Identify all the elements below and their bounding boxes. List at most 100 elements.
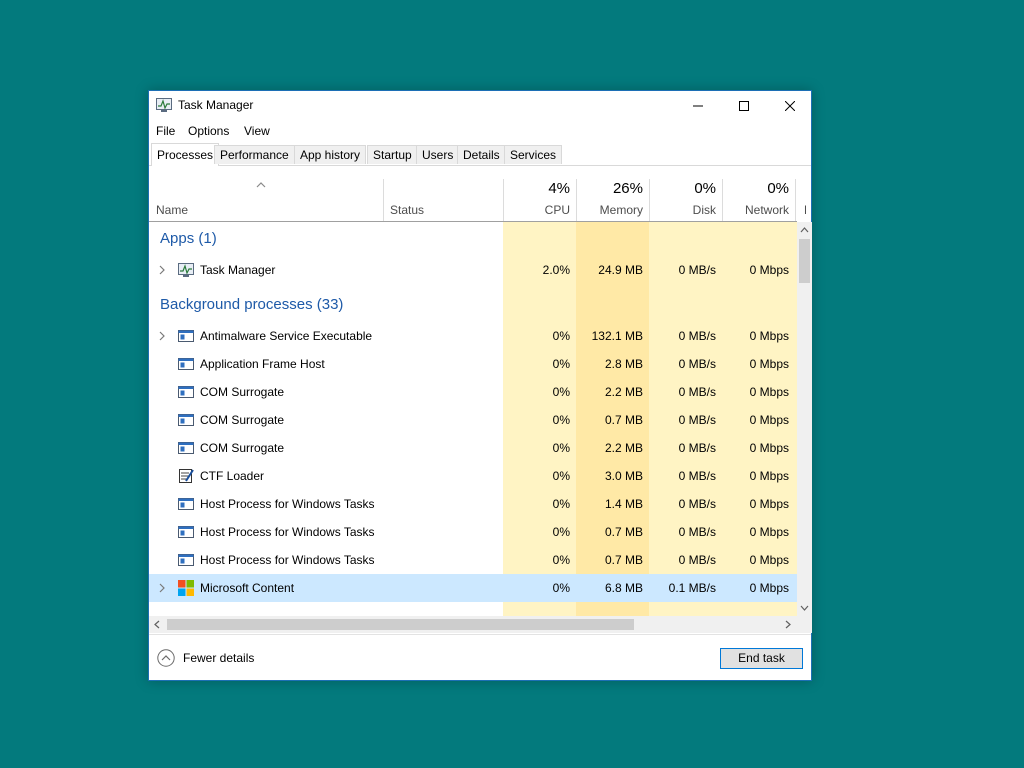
process-row[interactable]: Host Process for Windows Tasks 0% 0.7 MB 0 … bbox=[149, 546, 797, 574]
column-status-label: Status bbox=[390, 203, 425, 217]
tab-processes[interactable]: Processes bbox=[151, 143, 220, 166]
network-total: 0% bbox=[767, 180, 789, 197]
column-disk[interactable]: 0% Disk bbox=[650, 179, 722, 221]
process-row[interactable]: COM Surrogate 0% 2.2 MB 0 MB/s 0 Mbps bbox=[149, 434, 797, 462]
app-window-icon bbox=[178, 554, 194, 566]
expand-chevron-icon[interactable] bbox=[158, 264, 166, 276]
process-name: Host Process for Windows Tasks bbox=[200, 497, 375, 511]
process-row[interactable]: COM Surrogate 0% 2.2 MB 0 MB/s 0 Mbps bbox=[149, 378, 797, 406]
process-disk: 0 MB/s bbox=[678, 385, 716, 399]
close-icon bbox=[785, 101, 795, 111]
scroll-right-icon[interactable] bbox=[785, 620, 791, 629]
process-row[interactable]: Microsoft Content 0% 6.8 MB 0.1 MB/s 0 Mbps bbox=[149, 574, 797, 602]
column-power[interactable]: P bbox=[796, 179, 806, 221]
vertical-scroll-thumb[interactable] bbox=[799, 239, 810, 283]
column-memory[interactable]: 26% Memory bbox=[577, 179, 649, 221]
app-window-icon bbox=[178, 330, 194, 342]
process-memory: 2.2 MB bbox=[604, 385, 643, 399]
process-row[interactable]: Host Process for Windows Tasks 0% 0.7 MB 0 … bbox=[149, 518, 797, 546]
process-name: COM Surrogate bbox=[200, 413, 285, 427]
maximize-button[interactable] bbox=[721, 91, 767, 121]
vertical-scrollbar[interactable] bbox=[797, 222, 812, 616]
process-memory: 3.0 MB bbox=[604, 469, 643, 483]
column-network[interactable]: 0% Network bbox=[723, 179, 795, 221]
process-row[interactable]: Host Process for Windows Tasks 0% 1.4 MB 0 … bbox=[149, 490, 797, 518]
scrollbar-corner bbox=[797, 616, 812, 633]
process-disk: 0 MB/s bbox=[678, 329, 716, 343]
process-memory: 24.9 MB bbox=[598, 263, 643, 277]
process-row[interactable]: CTF Loader 0% 3.0 MB 0 MB/s 0 Mbps bbox=[149, 462, 797, 490]
menu-options[interactable]: Options bbox=[188, 124, 229, 138]
process-network: 0 Mbps bbox=[749, 329, 789, 343]
process-row[interactable]: Task Manager 2.0% 24.9 MB 0 MB/s 0 Mbps bbox=[149, 256, 797, 284]
process-network: 0 Mbps bbox=[749, 497, 789, 511]
process-network: 0 Mbps bbox=[749, 441, 789, 455]
column-cpu-label: CPU bbox=[544, 203, 570, 217]
process-cpu: 0% bbox=[552, 357, 570, 371]
app-window-icon bbox=[178, 386, 194, 398]
horizontal-scrollbar[interactable] bbox=[149, 616, 797, 633]
scroll-up-icon[interactable] bbox=[800, 227, 809, 233]
process-name: CTF Loader bbox=[200, 469, 265, 483]
process-memory: 2.8 MB bbox=[604, 357, 643, 371]
expand-chevron-icon[interactable] bbox=[158, 582, 166, 594]
process-row[interactable]: COM Surrogate 0% 0.7 MB 0 MB/s 0 Mbps bbox=[149, 406, 797, 434]
process-name: COM Surrogate bbox=[200, 385, 285, 399]
title-bar[interactable]: Task Manager bbox=[149, 91, 811, 121]
horizontal-scroll-thumb[interactable] bbox=[167, 619, 634, 630]
menu-file[interactable]: File bbox=[156, 124, 175, 138]
close-button[interactable] bbox=[767, 91, 813, 121]
process-network: 0 Mbps bbox=[749, 553, 789, 567]
process-memory: 6.8 MB bbox=[604, 581, 643, 595]
process-cpu: 0% bbox=[552, 525, 570, 539]
process-disk: 0 MB/s bbox=[678, 441, 716, 455]
process-list: Apps (1) Task Manager 2.0% 24.9 MB 0 MB/s 0 M… bbox=[149, 222, 797, 616]
process-cpu: 0% bbox=[552, 441, 570, 455]
tab-services[interactable]: Services bbox=[504, 145, 563, 164]
tab-performance[interactable]: Performance bbox=[214, 145, 295, 164]
tab-users[interactable]: Users bbox=[416, 145, 460, 164]
process-cpu: 0% bbox=[552, 497, 570, 511]
minimize-icon bbox=[693, 105, 703, 107]
microsoft-logo-icon bbox=[178, 580, 194, 596]
task-manager-icon bbox=[178, 263, 194, 277]
ctf-loader-icon bbox=[179, 469, 194, 483]
menu-view[interactable]: View bbox=[244, 124, 270, 138]
scroll-down-icon[interactable] bbox=[800, 605, 809, 611]
process-disk: 0 MB/s bbox=[678, 413, 716, 427]
process-network: 0 Mbps bbox=[749, 469, 789, 483]
end-task-button[interactable]: End task bbox=[720, 648, 803, 669]
group-title: Apps (1) bbox=[160, 230, 217, 247]
app-window-icon bbox=[178, 526, 194, 538]
tab-app-history[interactable]: App history bbox=[294, 145, 367, 164]
process-memory: 132.1 MB bbox=[591, 329, 643, 343]
process-memory: 2.2 MB bbox=[604, 441, 643, 455]
group-header: Background processes (33) bbox=[149, 290, 797, 320]
tab-details[interactable]: Details bbox=[457, 145, 506, 164]
process-name: Application Frame Host bbox=[200, 357, 325, 371]
fewer-details-button[interactable]: Fewer details bbox=[157, 649, 254, 667]
footer: Fewer details End task bbox=[149, 634, 811, 681]
process-network: 0 Mbps bbox=[749, 385, 789, 399]
process-disk: 0 MB/s bbox=[678, 357, 716, 371]
tab-startup[interactable]: Startup bbox=[367, 145, 418, 164]
process-network: 0 Mbps bbox=[749, 525, 789, 539]
process-name: Host Process for Windows Tasks bbox=[200, 553, 375, 567]
column-name[interactable]: Name bbox=[149, 179, 383, 221]
column-memory-label: Memory bbox=[599, 203, 643, 217]
minimize-button[interactable] bbox=[675, 91, 721, 121]
process-disk: 0 MB/s bbox=[678, 497, 716, 511]
column-status[interactable]: Status bbox=[384, 179, 503, 221]
process-row[interactable]: Antimalware Service Executable 0% 132.1 MB… bbox=[149, 322, 797, 350]
column-network-label: Network bbox=[744, 203, 789, 217]
process-cpu: 0% bbox=[552, 329, 570, 343]
expand-chevron-icon[interactable] bbox=[158, 330, 166, 342]
process-row[interactable]: Application Frame Host 0% 2.8 MB 0 MB/s 0 Mb… bbox=[149, 350, 797, 378]
column-cpu[interactable]: 4% CPU bbox=[504, 179, 576, 221]
scroll-left-icon[interactable] bbox=[154, 620, 160, 629]
app-window-icon bbox=[178, 442, 194, 454]
column-power-label: P bbox=[804, 203, 806, 217]
collapse-chevron-icon bbox=[157, 649, 175, 667]
fewer-details-label: Fewer details bbox=[183, 651, 255, 665]
app-window-icon bbox=[178, 358, 194, 370]
